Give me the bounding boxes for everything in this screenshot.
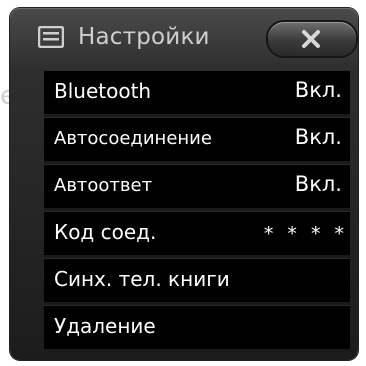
list-item-label: Удаление — [54, 314, 156, 338]
background-ghost-text: e — [0, 81, 9, 111]
list-item-label: Автоответ — [54, 175, 153, 196]
list-item-autoanswer[interactable]: Автоответ Вкл. — [44, 164, 350, 211]
list-item-label: Bluetooth — [54, 79, 152, 103]
settings-panel: Настройки Bluetooth Вкл. Автосоединение … — [10, 8, 358, 360]
list-item-phonebook-sync[interactable]: Синх. тел. книги — [44, 258, 350, 305]
close-icon — [302, 30, 320, 48]
list-item-label: Автосоединение — [54, 128, 212, 149]
list-item-label: Синх. тел. книги — [54, 267, 230, 291]
list-icon — [38, 26, 64, 48]
list-item-value: Вкл. — [294, 125, 342, 149]
list-item-pairing-code[interactable]: Код соед. * * * * — [44, 211, 350, 258]
list-item-label: Код соед. — [54, 220, 157, 244]
close-button[interactable] — [266, 20, 358, 58]
list-item-bluetooth[interactable]: Bluetooth Вкл. — [44, 70, 350, 117]
list-item-value: * * * * — [263, 223, 348, 245]
settings-list: Bluetooth Вкл. Автосоединение Вкл. Автоо… — [44, 70, 350, 352]
list-item-delete[interactable]: Удаление — [44, 305, 350, 352]
list-item-value: Вкл. — [294, 172, 342, 196]
list-item-value: Вкл. — [294, 78, 342, 102]
page-title: Настройки — [78, 24, 210, 50]
list-item-autoconnect[interactable]: Автосоединение Вкл. — [44, 117, 350, 164]
header-bar: Настройки — [38, 20, 358, 60]
